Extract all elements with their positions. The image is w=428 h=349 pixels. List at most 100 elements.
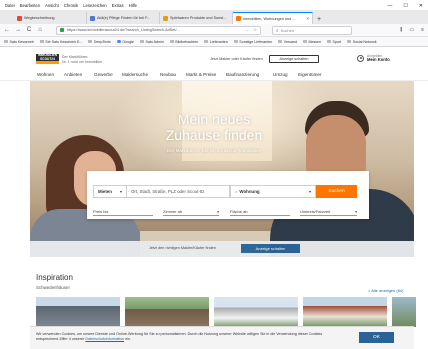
price-placeholder: Preis bis <box>93 208 109 214</box>
cookie-text: Wir verwenden Cookies, um unsere Dienste… <box>36 332 336 342</box>
tab-label: Aldi(e) Pflege Finden für bei F... <box>97 16 151 20</box>
bookmark-label: Lieferanten <box>209 39 228 44</box>
bookmark-item[interactable]: DeepTexts <box>88 39 111 44</box>
hamburger-menu-icon[interactable]: ≡ <box>421 27 424 33</box>
folder-icon <box>204 39 209 44</box>
bookmark-label: Sonstige Lieferanten <box>239 39 273 44</box>
house-icon: ⌂ <box>235 189 238 194</box>
window-close-button[interactable]: ✕ <box>419 3 423 9</box>
tab-toys[interactable]: Spielwaren Produkte und Sonst... <box>160 12 233 24</box>
house-thumbnail[interactable] <box>214 297 298 327</box>
nav-anbieten[interactable]: Anbieten <box>64 72 82 77</box>
page-actions-icon[interactable]: ··· <box>245 28 250 33</box>
tab-label: Immobilien, Wohnungen und ... <box>243 16 296 21</box>
promo-anzeige-button[interactable]: Anzeige schalten <box>241 244 300 253</box>
tab-care[interactable]: Aldi(e) Pflege Finden für bei F... <box>87 12 160 24</box>
show-all-link[interactable]: > Alle anzeigen (64) <box>368 288 403 293</box>
search-type-select[interactable]: Mieten ▾ <box>93 185 127 198</box>
tab-immobilien[interactable]: Immobilien, Wohnungen und ... × <box>233 12 313 24</box>
tab-label: Wegbeschreibung <box>24 16 55 20</box>
reload-icon[interactable]: C <box>26 27 32 33</box>
browser-search-bar[interactable]: ⌕ <box>272 25 352 35</box>
url-text[interactable]: https://www.immobilienscout24.de/?search… <box>67 28 242 32</box>
tab-close-icon[interactable]: × <box>306 16 309 21</box>
tab-directions[interactable]: Wegbeschreibung <box>14 12 87 24</box>
url-bar[interactable]: https://www.immobilienscout24.de/?search… <box>56 25 261 35</box>
account-link[interactable]: Anmelden Mein Konto <box>357 54 390 62</box>
bookmark-item[interactable]: Lieferanten <box>204 39 228 44</box>
account-text: Anmelden Mein Konto <box>367 54 390 62</box>
bookmark-item[interactable]: Messen <box>302 39 322 44</box>
bookmark-item[interactable]: Sport <box>327 40 341 44</box>
nav-maklersuche[interactable]: Maklersuche <box>122 72 148 77</box>
bookmark-label: Sie Sato Kesseneh E... <box>45 39 83 44</box>
bookmark-star-icon[interactable]: ☆ <box>253 27 257 33</box>
hero-title-line1: Mein neues <box>177 111 251 127</box>
bookmark-label: Versand <box>283 39 297 44</box>
nav-baufinanzierung[interactable]: Baufinanzierung <box>226 72 259 77</box>
nav-umzug[interactable]: Umzug <box>273 72 288 77</box>
bookmark-item[interactable]: Sonstige Lieferanten <box>233 39 273 44</box>
nav-gewerbe[interactable]: Gewerbe <box>94 72 113 77</box>
header-anzeige-button[interactable]: Anzeige schalten <box>269 55 319 63</box>
back-icon[interactable]: ← <box>4 27 10 33</box>
menu-edit[interactable]: Bearbeiten <box>20 3 40 8</box>
menu-view[interactable]: Ansicht <box>45 3 59 8</box>
home-icon[interactable]: ⌂ <box>37 27 43 33</box>
bookmark-item[interactable]: Sie Sato Kesseneh E... <box>39 39 83 44</box>
folder-icon <box>88 39 93 44</box>
bookmark-item[interactable]: Social Network <box>347 40 377 44</box>
tagline: Der Marktführer: Nr. 1 rund um Immobilie… <box>62 55 102 64</box>
menu-tools[interactable]: Extras <box>112 3 124 8</box>
menu-history[interactable]: Chronik <box>64 3 78 8</box>
location-input[interactable]: Ort, Stadt, Straße, PLZ oder Scout-ID <box>127 185 230 198</box>
rooms-select[interactable]: Zimmer ab ▾ <box>163 207 219 216</box>
area-min-input[interactable]: Fläche ab <box>230 207 290 216</box>
chevron-down-icon: ▾ <box>217 209 219 214</box>
browser-search-input[interactable] <box>280 27 341 33</box>
privacy-link[interactable]: Datenschutzinformation <box>85 337 124 341</box>
immobilienscout24-logo[interactable]: IMMOBILIEN SCOUT24 <box>36 53 59 64</box>
user-icon <box>357 54 364 62</box>
bookmark-item[interactable]: Bildbetrachten <box>169 40 198 44</box>
menu-help[interactable]: Hilfe <box>129 3 137 8</box>
new-tab-icon[interactable]: + <box>313 16 325 24</box>
bookmark-label: Sato Admin <box>145 39 164 44</box>
house-thumbnail[interactable] <box>392 297 416 327</box>
house-thumbnail[interactable] <box>125 297 209 327</box>
bookmark-item[interactable]: Versand <box>278 40 297 44</box>
maximize-button[interactable]: ☐ <box>403 3 407 9</box>
location-placeholder: Ort, Stadt, Straße, PLZ oder Scout-ID <box>131 189 205 194</box>
price-max-input[interactable]: Preis bis <box>93 207 153 216</box>
bookmark-item[interactable]: Sato Admin <box>139 39 164 44</box>
menu-file[interactable]: Datei <box>5 3 15 8</box>
cookie-text-end: ein. <box>124 337 132 341</box>
cookie-ok-button[interactable]: OK <box>359 332 394 343</box>
logo-text-line2: SCOUT24 <box>40 56 55 61</box>
bookmarks-toolbar: Sato Kesseneh Sie Sato Kesseneh E... Dee… <box>0 37 428 47</box>
bookmark-item[interactable]: Google <box>116 40 134 44</box>
tab-favicon-icon <box>236 16 241 21</box>
main-navigation: Wohnen Anbieten Gewerbe Maklersuche Neub… <box>0 69 428 81</box>
minimize-button[interactable]: — <box>387 3 392 9</box>
bookmark-label: Sato Kesseneh <box>9 39 34 44</box>
nav-neubau[interactable]: Neubau <box>160 72 176 77</box>
nav-wohnen[interactable]: Wohnen <box>37 72 54 77</box>
menu-bookmarks[interactable]: Lesezeichen <box>83 3 107 8</box>
house-thumbnail[interactable] <box>303 297 387 327</box>
nav-markt-preise[interactable]: Markt & Preise <box>186 72 216 77</box>
bookmark-item[interactable]: Sato Kesseneh <box>4 40 34 44</box>
folder-icon <box>327 39 332 44</box>
sidebar-icon[interactable]: ▭ <box>409 27 414 33</box>
forward-icon[interactable]: → <box>15 27 21 33</box>
nav-eigentuemer[interactable]: Eigentümer <box>298 72 322 77</box>
bookmark-label: Messen <box>308 39 322 44</box>
property-type-select[interactable]: ⌂ Wohnung ▾ <box>230 185 316 198</box>
promo-text: Jetzt den richtigen Makler/Käufer finden <box>149 246 216 250</box>
search-button[interactable]: Suchen <box>316 185 357 198</box>
chevron-down-icon: ▾ <box>119 189 122 194</box>
library-icon[interactable]: ⫼ <box>400 27 402 33</box>
radius-select[interactable]: Umkreis/Fahrzeit ▾ <box>300 207 357 216</box>
house-thumbnail[interactable] <box>36 297 120 327</box>
bookmark-label: Sport <box>332 39 342 44</box>
